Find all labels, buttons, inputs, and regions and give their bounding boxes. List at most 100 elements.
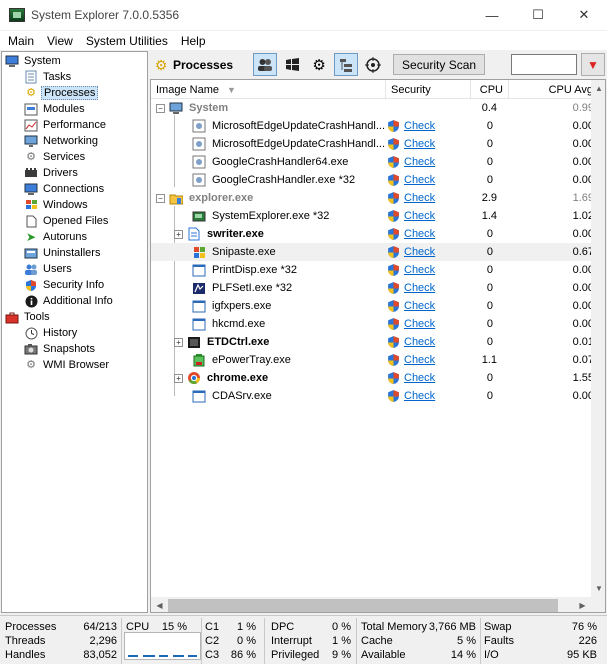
minimize-button[interactable]: —: [469, 0, 515, 30]
scroll-left-icon[interactable]: ◀: [151, 597, 168, 612]
expand-toggle[interactable]: +: [174, 337, 183, 347]
security-check-link[interactable]: Check: [404, 228, 435, 240]
tree-item-uninstallers[interactable]: Uninstallers: [24, 245, 102, 261]
toolbox-icon: [5, 310, 19, 324]
horizontal-scrollbar[interactable]: ◀ ▶: [151, 597, 591, 612]
security-check-link[interactable]: Check: [404, 120, 435, 132]
security-check-link[interactable]: Check: [404, 246, 435, 258]
search-go-button[interactable]: ▼: [581, 53, 605, 76]
security-check-link[interactable]: Check: [404, 372, 435, 384]
security-check-link[interactable]: Check: [404, 174, 435, 186]
security-shield-icon: [388, 300, 399, 312]
table-row[interactable]: + ETDCtrl.exe Check 0 0.01: [151, 333, 594, 351]
column-header-security[interactable]: Security: [386, 80, 471, 99]
maximize-button[interactable]: ☐: [515, 0, 561, 30]
collapse-toggle[interactable]: −: [156, 103, 165, 113]
table-row[interactable]: GoogleCrashHandler.exe *32 Check 0 0.00: [151, 171, 594, 189]
tree-item-networking[interactable]: Networking: [24, 133, 100, 149]
column-header-cpu-avg[interactable]: CPU Avg: [509, 80, 599, 99]
status-label: Threads: [5, 634, 46, 647]
menu-help[interactable]: Help: [176, 34, 211, 48]
status-value: 0 %: [332, 620, 351, 633]
close-button[interactable]: ✕: [561, 0, 607, 30]
status-group-interrupts: DPC 0 % Interrupt 1 % Privileged 9 %: [265, 618, 357, 664]
security-check-link[interactable]: Check: [404, 264, 435, 276]
expand-toggle[interactable]: +: [174, 373, 183, 383]
tree-item-modules[interactable]: Modules: [24, 101, 87, 117]
tree-item-services[interactable]: ⚙ Services: [24, 149, 87, 165]
scroll-right-icon[interactable]: ▶: [574, 597, 591, 612]
tree-item-additional-info[interactable]: Additional Info: [24, 293, 115, 309]
tree-view-button[interactable]: [334, 53, 359, 76]
search-input[interactable]: [511, 54, 577, 75]
vertical-scrollbar[interactable]: ▲ ▼: [591, 80, 605, 612]
security-check-link[interactable]: Check: [404, 354, 435, 366]
services-view-button[interactable]: ⚙: [307, 53, 331, 76]
tree-item-tools[interactable]: Tools: [5, 309, 52, 325]
table-row[interactable]: CDASrv.exe Check 0 0.00: [151, 387, 594, 405]
computer-icon: [5, 54, 19, 68]
tree-item-snapshots[interactable]: Snapshots: [24, 341, 97, 357]
process-cpu-avg: 0.99: [572, 102, 594, 114]
table-row[interactable]: igfxpers.exe Check 0 0.00: [151, 297, 594, 315]
tree-item-processes[interactable]: ⚙ Processes: [24, 85, 99, 101]
table-row[interactable]: MicrosoftEdgeUpdateCrashHandl... Check 0…: [151, 117, 594, 135]
table-row[interactable]: + swriter.exe Check 0 0.00: [151, 225, 594, 243]
menu-view[interactable]: View: [42, 34, 78, 48]
security-check-link[interactable]: Check: [404, 300, 435, 312]
menu-main[interactable]: Main: [3, 34, 39, 48]
table-row[interactable]: − explorer.exe Check 2.9 1.69: [151, 189, 594, 207]
table-row[interactable]: PLFSetI.exe *32 Check 0 0.00: [151, 279, 594, 297]
users-view-button[interactable]: [253, 53, 278, 76]
cpu-graph-bar: [128, 655, 138, 657]
tree-item-autoruns[interactable]: ➤ Autoruns: [24, 229, 89, 245]
process-cpu-avg: 1.55: [572, 372, 594, 384]
security-check-link[interactable]: Check: [404, 156, 435, 168]
process-cpu-avg: 0.00: [572, 390, 594, 402]
table-row[interactable]: hkcmd.exe Check 0 0.00: [151, 315, 594, 333]
security-check-link[interactable]: Check: [404, 210, 435, 222]
expand-toggle[interactable]: +: [174, 229, 183, 239]
tree-item-connections[interactable]: Connections: [24, 181, 106, 197]
security-shield-icon: [388, 156, 399, 168]
security-check-link[interactable]: Check: [404, 192, 435, 204]
tree-item-performance[interactable]: Performance: [24, 117, 108, 133]
security-scan-button[interactable]: Security Scan: [393, 54, 486, 75]
table-row[interactable]: PrintDisp.exe *32 Check 0 0.00: [151, 261, 594, 279]
document-icon: [187, 227, 201, 241]
table-row[interactable]: MicrosoftEdgeUpdateCrashHandl... Check 0…: [151, 135, 594, 153]
tree-item-security-info[interactable]: Security Info: [24, 277, 106, 293]
tree-item-wmi-browser[interactable]: ⚙ WMI Browser: [24, 357, 111, 373]
scroll-up-icon[interactable]: ▲: [591, 80, 605, 97]
tree-item-system[interactable]: System: [5, 53, 63, 69]
tree-item-tasks[interactable]: Tasks: [24, 69, 73, 85]
tree-item-history[interactable]: History: [24, 325, 79, 341]
table-row[interactable]: ePowerTray.exe Check 1.1 0.07: [151, 351, 594, 369]
security-check-link[interactable]: Check: [404, 282, 435, 294]
tree-item-drivers[interactable]: Drivers: [24, 165, 80, 181]
security-check-link[interactable]: Check: [404, 138, 435, 150]
target-find-button[interactable]: [361, 53, 385, 76]
column-header-cpu[interactable]: CPU: [471, 80, 509, 99]
windows-view-button[interactable]: [280, 53, 304, 76]
tree-item-users[interactable]: Users: [24, 261, 74, 277]
menu-system-utilities[interactable]: System Utilities: [81, 34, 173, 48]
status-label: I/O: [484, 648, 499, 661]
table-row[interactable]: GoogleCrashHandler64.exe Check 0 0.00: [151, 153, 594, 171]
process-cpu: 1.1: [481, 354, 497, 366]
tree-item-opened-files[interactable]: Opened Files: [24, 213, 110, 229]
table-row[interactable]: SystemExplorer.exe *32 Check 1.4 1.02: [151, 207, 594, 225]
scroll-thumb[interactable]: [168, 599, 558, 612]
security-check-link[interactable]: Check: [404, 336, 435, 348]
column-header-image-name[interactable]: Image Name ▼: [151, 80, 386, 99]
security-check-link[interactable]: Check: [404, 318, 435, 330]
table-row[interactable]: + chrome.exe Check 0 1.55: [151, 369, 594, 387]
collapse-toggle[interactable]: −: [156, 193, 165, 203]
scroll-down-icon[interactable]: ▼: [591, 580, 605, 597]
table-row[interactable]: Snipaste.exe Check 0 0.67: [151, 243, 594, 261]
table-row[interactable]: − System 0.4 0.99: [151, 99, 594, 117]
network-icon: [24, 134, 38, 148]
tasks-icon: [24, 70, 38, 84]
security-check-link[interactable]: Check: [404, 390, 435, 402]
tree-item-windows[interactable]: Windows: [24, 197, 90, 213]
